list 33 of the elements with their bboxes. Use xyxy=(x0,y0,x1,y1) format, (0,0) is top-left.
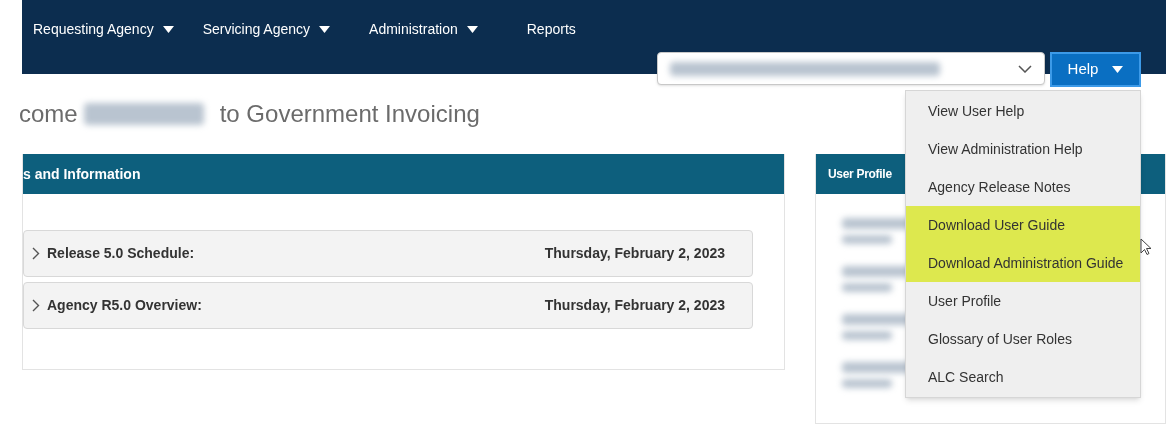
menu-item[interactable]: Download Administration Guide xyxy=(906,244,1140,282)
caret-icon xyxy=(1112,66,1124,73)
agency-select[interactable] xyxy=(657,52,1045,85)
panel-title: s and Information xyxy=(23,164,141,184)
panel-title: User Profile xyxy=(828,166,892,183)
blurred-text xyxy=(842,379,892,388)
chevron-right-icon xyxy=(32,247,40,260)
row-date: Thursday, February 2, 2023 xyxy=(544,244,725,263)
chevron-down-icon xyxy=(1018,64,1032,73)
nav-menu-item[interactable]: Servicing Agency xyxy=(202,19,331,40)
nav-menu-item[interactable]: Administration xyxy=(369,19,478,40)
chevron-right-icon xyxy=(32,299,40,312)
menu-item[interactable]: Glossary of User Roles xyxy=(906,320,1140,358)
nav-menu-item[interactable]: Requesting Agency xyxy=(33,19,174,40)
welcome-heading: come xyxy=(19,98,78,129)
blurred-text xyxy=(842,283,892,292)
help-button[interactable]: Help xyxy=(1050,52,1141,87)
nav-menu-item[interactable]: Reports xyxy=(526,19,576,40)
menu-item[interactable]: ALC Search xyxy=(906,358,1140,396)
menu-item[interactable]: Download User Guide xyxy=(906,206,1140,244)
row-title: Release 5.0 Schedule: xyxy=(47,244,196,263)
welcome-heading: to Government Invoicing xyxy=(219,98,480,129)
menu-item[interactable]: User Profile xyxy=(906,282,1140,320)
row-date: Thursday, February 2, 2023 xyxy=(544,296,725,315)
mouse-cursor-icon xyxy=(1140,238,1152,256)
menu-item[interactable]: View Administration Help xyxy=(906,130,1140,168)
accordion-row[interactable]: Agency R5.0 Overview: Thursday, February 2, 2023 xyxy=(23,282,753,329)
menu-item[interactable]: Agency Release Notes xyxy=(906,168,1140,206)
menu-item[interactable]: View User Help xyxy=(906,92,1140,130)
blurred-text xyxy=(842,235,892,244)
row-title: Agency R5.0 Overview: xyxy=(47,296,203,315)
accordion-row[interactable]: Release 5.0 Schedule: Thursday, February 2, 2023 xyxy=(23,230,753,277)
blurred-text xyxy=(842,331,892,340)
